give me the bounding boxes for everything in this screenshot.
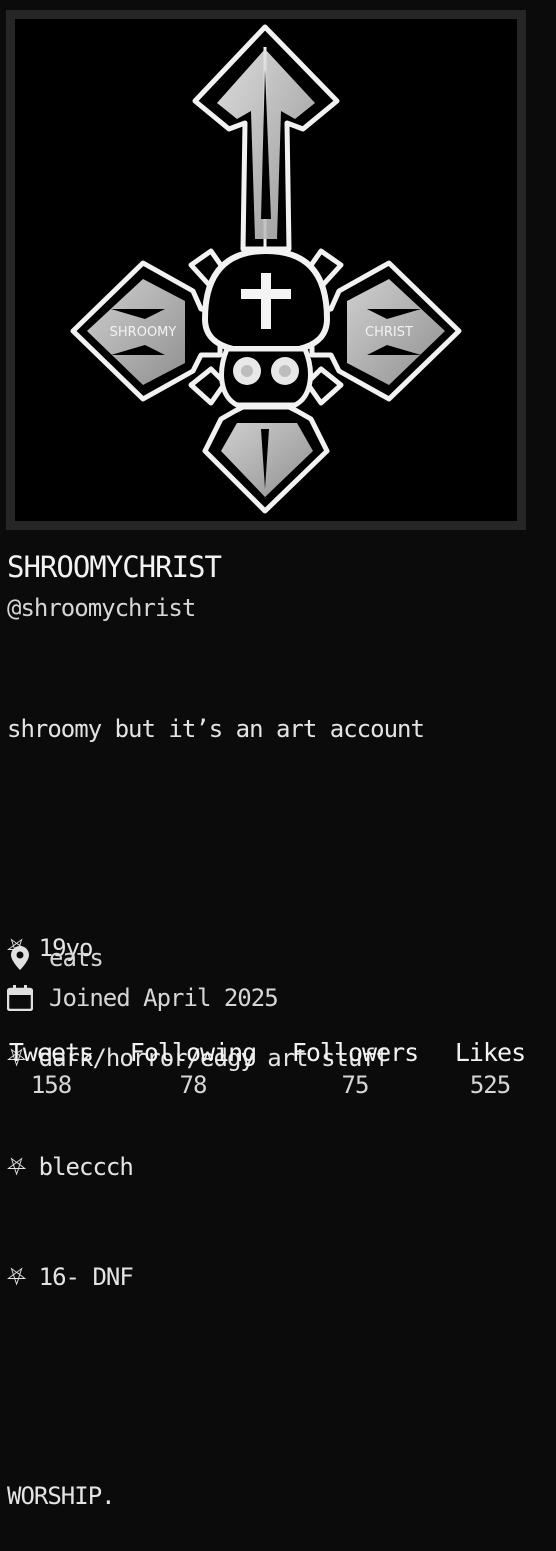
bio-bullet: ⛧ bleccch <box>7 1153 134 1181</box>
location-row: eats <box>7 944 104 972</box>
stat-value: 525 <box>469 1071 511 1099</box>
stat-value: 75 <box>341 1071 370 1099</box>
map-pin-icon <box>7 945 33 971</box>
profile-avatar[interactable]: SHROOMY CHRIST <box>6 10 526 530</box>
joined-text: Joined April 2025 <box>49 984 279 1012</box>
calendar-icon <box>7 985 33 1011</box>
location-text: eats <box>49 944 104 972</box>
display-name: SHROOMYCHRIST <box>7 550 222 584</box>
stat-value: 158 <box>30 1071 72 1099</box>
stat-label: Followers <box>291 1038 419 1067</box>
stat-value: 78 <box>179 1071 208 1099</box>
avatar-logo-text-left: SHROOMY <box>110 325 177 340</box>
stat-label: Likes <box>454 1038 526 1067</box>
bio-bullet: ⛧ 16- DNF <box>7 1262 134 1291</box>
bio-intro: shroomy but it’s an art account <box>7 715 425 743</box>
avatar-logo-text-right: CHRIST <box>365 325 413 340</box>
profile-stats: Tweets 158 Following 78 Followers 75 Lik… <box>0 1038 556 1118</box>
user-handle[interactable]: @shroomychrist <box>7 594 196 622</box>
stat-label: Tweets <box>8 1038 94 1067</box>
stat-label: Following <box>129 1038 257 1067</box>
stat-followers[interactable]: Followers 75 <box>288 1038 422 1099</box>
stat-tweets[interactable]: Tweets 158 <box>6 1038 96 1099</box>
bio-closing: WORSHIP. <box>7 1481 116 1510</box>
stat-likes[interactable]: Likes 525 <box>452 1038 528 1099</box>
inverted-cross-mushroom-logo: SHROOMY CHRIST <box>15 19 517 521</box>
joined-row: Joined April 2025 <box>7 984 279 1012</box>
stat-following[interactable]: Following 78 <box>126 1038 260 1099</box>
